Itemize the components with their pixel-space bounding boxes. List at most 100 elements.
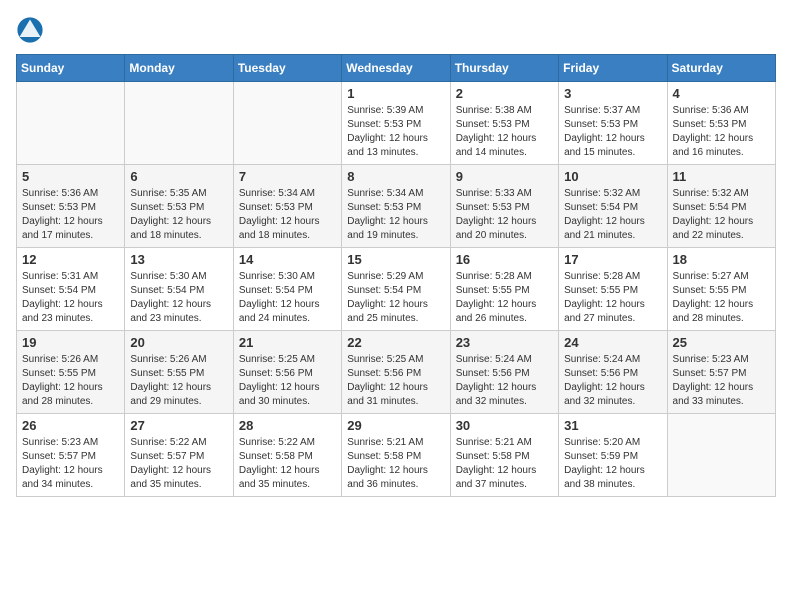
day-number: 7 <box>239 169 336 184</box>
day-number: 24 <box>564 335 661 350</box>
calendar-cell: 14 Sunrise: 5:30 AM Sunset: 5:54 PM Dayli… <box>233 248 341 331</box>
day-number: 20 <box>130 335 227 350</box>
calendar-cell <box>667 414 775 497</box>
day-info: Sunrise: 5:28 AM Sunset: 5:55 PM Dayligh… <box>456 270 553 326</box>
day-number: 14 <box>239 252 336 267</box>
day-number: 27 <box>130 418 227 433</box>
day-number: 28 <box>239 418 336 433</box>
day-info: Sunrise: 5:20 AM Sunset: 5:59 PM Dayligh… <box>564 436 661 492</box>
logo-icon <box>16 16 44 44</box>
weekday-header-saturday: Saturday <box>667 55 775 82</box>
day-number: 15 <box>347 252 444 267</box>
day-info: Sunrise: 5:25 AM Sunset: 5:56 PM Dayligh… <box>347 353 444 409</box>
day-number: 4 <box>673 86 770 101</box>
calendar-week-row: 19 Sunrise: 5:26 AM Sunset: 5:55 PM Dayli… <box>17 331 776 414</box>
day-info: Sunrise: 5:31 AM Sunset: 5:54 PM Dayligh… <box>22 270 119 326</box>
day-number: 9 <box>456 169 553 184</box>
day-number: 12 <box>22 252 119 267</box>
calendar-week-row: 12 Sunrise: 5:31 AM Sunset: 5:54 PM Dayli… <box>17 248 776 331</box>
day-info: Sunrise: 5:24 AM Sunset: 5:56 PM Dayligh… <box>564 353 661 409</box>
calendar-cell: 1 Sunrise: 5:39 AM Sunset: 5:53 PM Daylig… <box>342 82 450 165</box>
calendar-cell: 16 Sunrise: 5:28 AM Sunset: 5:55 PM Dayli… <box>450 248 558 331</box>
day-info: Sunrise: 5:21 AM Sunset: 5:58 PM Dayligh… <box>456 436 553 492</box>
day-number: 11 <box>673 169 770 184</box>
day-info: Sunrise: 5:39 AM Sunset: 5:53 PM Dayligh… <box>347 104 444 160</box>
day-number: 6 <box>130 169 227 184</box>
day-number: 21 <box>239 335 336 350</box>
day-number: 1 <box>347 86 444 101</box>
calendar-table: SundayMondayTuesdayWednesdayThursdayFrid… <box>16 54 776 497</box>
day-info: Sunrise: 5:36 AM Sunset: 5:53 PM Dayligh… <box>673 104 770 160</box>
calendar-cell <box>17 82 125 165</box>
calendar-cell: 2Sunrise: 5:38 AM Sunset: 5:53 PM Daylig… <box>450 82 558 165</box>
calendar-cell: 26 Sunrise: 5:23 AM Sunset: 5:57 PM Dayli… <box>17 414 125 497</box>
calendar-cell <box>125 82 233 165</box>
day-number: 23 <box>456 335 553 350</box>
day-number: 17 <box>564 252 661 267</box>
calendar-cell: 10 Sunrise: 5:32 AM Sunset: 5:54 PM Dayli… <box>559 165 667 248</box>
calendar-cell: 3 Sunrise: 5:37 AM Sunset: 5:53 PM Daylig… <box>559 82 667 165</box>
weekday-header-wednesday: Wednesday <box>342 55 450 82</box>
calendar-cell: 4 Sunrise: 5:36 AM Sunset: 5:53 PM Daylig… <box>667 82 775 165</box>
calendar-cell: 31Sunrise: 5:20 AM Sunset: 5:59 PM Dayli… <box>559 414 667 497</box>
day-info: Sunrise: 5:23 AM Sunset: 5:57 PM Dayligh… <box>22 436 119 492</box>
day-info: Sunrise: 5:25 AM Sunset: 5:56 PM Dayligh… <box>239 353 336 409</box>
day-info: Sunrise: 5:30 AM Sunset: 5:54 PM Dayligh… <box>130 270 227 326</box>
day-info: Sunrise: 5:35 AM Sunset: 5:53 PM Dayligh… <box>130 187 227 243</box>
day-number: 10 <box>564 169 661 184</box>
calendar-cell: 24 Sunrise: 5:24 AM Sunset: 5:56 PM Dayli… <box>559 331 667 414</box>
day-number: 18 <box>673 252 770 267</box>
day-info: Sunrise: 5:26 AM Sunset: 5:55 PM Dayligh… <box>130 353 227 409</box>
weekday-header-sunday: Sunday <box>17 55 125 82</box>
day-number: 29 <box>347 418 444 433</box>
day-info: Sunrise: 5:24 AM Sunset: 5:56 PM Dayligh… <box>456 353 553 409</box>
day-info: Sunrise: 5:38 AM Sunset: 5:53 PM Dayligh… <box>456 104 553 160</box>
calendar-cell: 17 Sunrise: 5:28 AM Sunset: 5:55 PM Dayli… <box>559 248 667 331</box>
day-number: 22 <box>347 335 444 350</box>
day-info: Sunrise: 5:30 AM Sunset: 5:54 PM Dayligh… <box>239 270 336 326</box>
day-number: 8 <box>347 169 444 184</box>
weekday-header-friday: Friday <box>559 55 667 82</box>
calendar-cell: 18Sunrise: 5:27 AM Sunset: 5:55 PM Dayli… <box>667 248 775 331</box>
day-info: Sunrise: 5:34 AM Sunset: 5:53 PM Dayligh… <box>347 187 444 243</box>
day-info: Sunrise: 5:36 AM Sunset: 5:53 PM Dayligh… <box>22 187 119 243</box>
logo <box>16 16 48 44</box>
day-info: Sunrise: 5:33 AM Sunset: 5:53 PM Dayligh… <box>456 187 553 243</box>
day-number: 26 <box>22 418 119 433</box>
day-info: Sunrise: 5:32 AM Sunset: 5:54 PM Dayligh… <box>564 187 661 243</box>
day-info: Sunrise: 5:23 AM Sunset: 5:57 PM Dayligh… <box>673 353 770 409</box>
day-number: 13 <box>130 252 227 267</box>
day-number: 3 <box>564 86 661 101</box>
calendar-week-row: 1 Sunrise: 5:39 AM Sunset: 5:53 PM Daylig… <box>17 82 776 165</box>
calendar-cell: 20 Sunrise: 5:26 AM Sunset: 5:55 PM Dayli… <box>125 331 233 414</box>
day-info: Sunrise: 5:22 AM Sunset: 5:57 PM Dayligh… <box>130 436 227 492</box>
day-info: Sunrise: 5:34 AM Sunset: 5:53 PM Dayligh… <box>239 187 336 243</box>
calendar-cell: 30 Sunrise: 5:21 AM Sunset: 5:58 PM Dayli… <box>450 414 558 497</box>
calendar-week-row: 26 Sunrise: 5:23 AM Sunset: 5:57 PM Dayli… <box>17 414 776 497</box>
weekday-header-thursday: Thursday <box>450 55 558 82</box>
day-number: 30 <box>456 418 553 433</box>
day-number: 16 <box>456 252 553 267</box>
day-number: 19 <box>22 335 119 350</box>
calendar-cell: 29Sunrise: 5:21 AM Sunset: 5:58 PM Dayli… <box>342 414 450 497</box>
day-number: 5 <box>22 169 119 184</box>
day-info: Sunrise: 5:29 AM Sunset: 5:54 PM Dayligh… <box>347 270 444 326</box>
calendar-cell: 12 Sunrise: 5:31 AM Sunset: 5:54 PM Dayli… <box>17 248 125 331</box>
calendar-cell: 27 Sunrise: 5:22 AM Sunset: 5:57 PM Dayli… <box>125 414 233 497</box>
calendar-cell: 11 Sunrise: 5:32 AM Sunset: 5:54 PM Dayli… <box>667 165 775 248</box>
calendar-header-row: SundayMondayTuesdayWednesdayThursdayFrid… <box>17 55 776 82</box>
calendar-cell: 9 Sunrise: 5:33 AM Sunset: 5:53 PM Daylig… <box>450 165 558 248</box>
day-info: Sunrise: 5:22 AM Sunset: 5:58 PM Dayligh… <box>239 436 336 492</box>
day-info: Sunrise: 5:28 AM Sunset: 5:55 PM Dayligh… <box>564 270 661 326</box>
weekday-header-tuesday: Tuesday <box>233 55 341 82</box>
calendar-cell: 8 Sunrise: 5:34 AM Sunset: 5:53 PM Daylig… <box>342 165 450 248</box>
day-info: Sunrise: 5:26 AM Sunset: 5:55 PM Dayligh… <box>22 353 119 409</box>
calendar-cell: 28 Sunrise: 5:22 AM Sunset: 5:58 PM Dayli… <box>233 414 341 497</box>
calendar-cell: 6 Sunrise: 5:35 AM Sunset: 5:53 PM Daylig… <box>125 165 233 248</box>
day-info: Sunrise: 5:37 AM Sunset: 5:53 PM Dayligh… <box>564 104 661 160</box>
day-info: Sunrise: 5:32 AM Sunset: 5:54 PM Dayligh… <box>673 187 770 243</box>
weekday-header-monday: Monday <box>125 55 233 82</box>
calendar-cell <box>233 82 341 165</box>
calendar-cell: 15 Sunrise: 5:29 AM Sunset: 5:54 PM Dayli… <box>342 248 450 331</box>
day-number: 25 <box>673 335 770 350</box>
